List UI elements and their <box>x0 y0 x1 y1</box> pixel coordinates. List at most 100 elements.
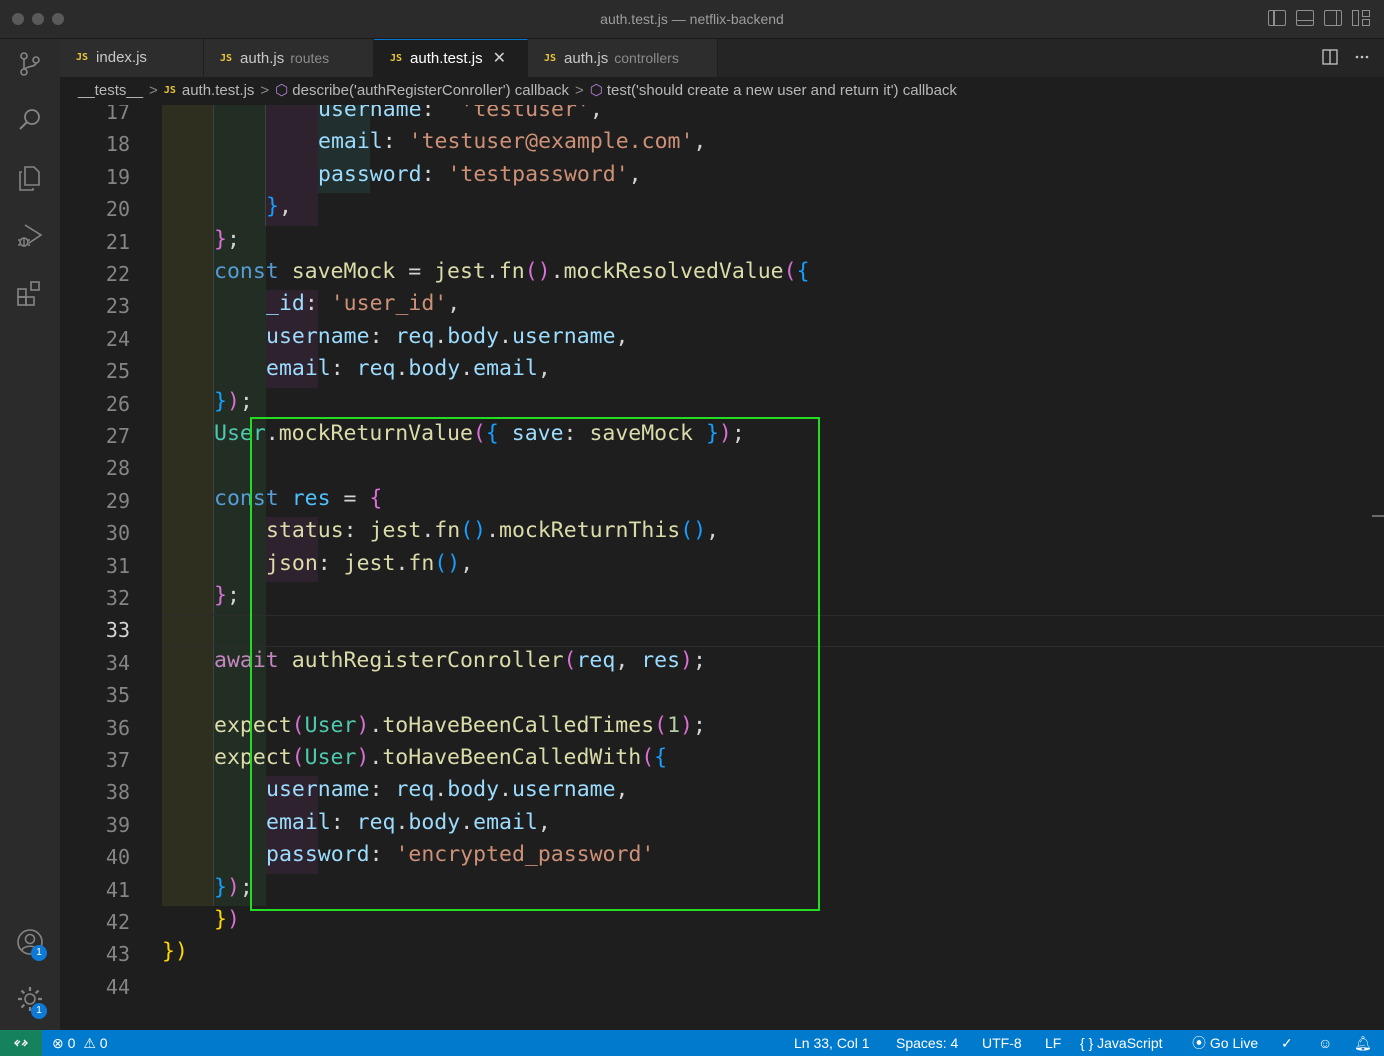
line-number: 42 <box>105 910 130 934</box>
breadcrumb-scope-test[interactable]: test('should create a new user and retur… <box>607 82 957 99</box>
notifications-bell-icon[interactable]: 🔔︎ <box>1354 1030 1372 1056</box>
tab-label: auth.js <box>240 50 285 67</box>
line-number: 32 <box>105 586 130 610</box>
toggle-secondary-sidebar-icon[interactable] <box>1324 10 1342 26</box>
warning-count: 0 <box>99 1035 108 1051</box>
line-number: 34 <box>105 650 130 675</box>
source-control-icon[interactable] <box>15 49 45 79</box>
activity-bar: 1 1 <box>0 39 60 1030</box>
javascript-file-icon: JS <box>544 53 557 64</box>
code-line: email: 'testuser@example.com', <box>318 129 707 155</box>
line-number: 36 <box>105 715 130 740</box>
code-line: username: 'testuser', <box>318 105 603 122</box>
more-actions-icon[interactable] <box>1354 49 1370 65</box>
remote-icon <box>14 1039 28 1047</box>
error-count: 0 <box>67 1035 76 1051</box>
remote-indicator[interactable] <box>0 1030 42 1056</box>
line-number: 20 <box>105 197 130 222</box>
breadcrumb-file[interactable]: auth.test.js <box>182 82 255 99</box>
line-number-gutter: 17 18 19 20 21 22 23 24 25 26 27 28 29 30 31 32 33 34 35 36… <box>60 105 140 1030</box>
line-number: 22 <box>105 262 130 286</box>
line-number: 29 <box>105 488 130 513</box>
prettier-icon[interactable]: ✓ <box>1281 1030 1293 1056</box>
indentation[interactable]: Spaces: 4 <box>896 1030 958 1056</box>
split-editor-icon[interactable] <box>1322 49 1338 65</box>
go-live-label: Go Live <box>1209 1035 1259 1051</box>
javascript-file-icon: JS <box>390 53 403 64</box>
tab-description: routes <box>290 50 330 66</box>
broadcast-icon: ⦿ <box>1192 1035 1206 1051</box>
editor-actions <box>1322 49 1370 65</box>
error-icon: ⊗ <box>52 1035 64 1051</box>
line-number: 18 <box>105 132 130 157</box>
code-editor[interactable]: 17 18 19 20 21 22 23 24 25 26 27 28 29 30 31 32 33 34 35 36… <box>60 105 1384 1030</box>
encoding[interactable]: UTF-8 <box>982 1030 1022 1056</box>
line-number: 31 <box>105 553 130 578</box>
close-tab-icon[interactable]: ✕ <box>493 50 506 67</box>
line-number: 30 <box>105 521 130 546</box>
line-number: 40 <box>105 845 130 870</box>
code-line: }, <box>266 194 292 220</box>
indent-guide <box>162 105 214 906</box>
breadcrumb-folder[interactable]: __tests__ <box>78 82 143 99</box>
line-number: 27 <box>105 424 130 448</box>
go-live-button[interactable]: ⦿ Go Live <box>1192 1030 1258 1056</box>
chevron-right-icon: > <box>260 82 270 99</box>
window-title: auth.test.js — netflix-backend <box>600 11 784 27</box>
javascript-file-icon: JS <box>76 52 89 63</box>
extensions-icon[interactable] <box>15 279 45 309</box>
toggle-primary-sidebar-icon[interactable] <box>1268 10 1286 26</box>
accounts-badge: 1 <box>31 945 47 961</box>
javascript-file-icon: JS <box>220 53 233 64</box>
feedback-icon[interactable]: ☺ <box>1318 1030 1332 1056</box>
code-line: }) <box>162 939 188 965</box>
toggle-panel-icon[interactable] <box>1296 10 1314 26</box>
language-label: JavaScript <box>1097 1035 1163 1051</box>
status-bar: ⊗ 0 ⚠ 0 Ln 33, Col 1 Spaces: 4 UTF-8 LF … <box>0 1030 1384 1056</box>
line-number: 21 <box>105 229 130 254</box>
problems-indicator[interactable]: ⊗ 0 ⚠ 0 <box>52 1030 108 1056</box>
tab-index-js[interactable]: JS index.js <box>60 39 204 77</box>
highlight-box <box>250 417 820 911</box>
tab-auth-js-routes[interactable]: JS auth.js routes <box>204 39 374 77</box>
line-number: 24 <box>105 326 130 351</box>
breadcrumb-scope-describe[interactable]: describe('authRegisterConroller') callba… <box>292 82 569 99</box>
line-number: 19 <box>105 164 130 189</box>
code-line: }); <box>214 388 253 414</box>
line-number: 43 <box>105 942 130 967</box>
search-icon[interactable] <box>15 105 45 135</box>
tab-auth-test-js[interactable]: JS auth.test.js ✕ <box>374 39 528 77</box>
code-line: email: req.body.email, <box>266 356 551 382</box>
breadcrumb: __tests__ > JS auth.test.js > ⬡ describe('auth… <box>60 77 1384 105</box>
line-number: 35 <box>105 683 130 708</box>
cursor-position[interactable]: Ln 33, Col 1 <box>794 1030 870 1056</box>
line-number: 41 <box>105 877 130 902</box>
line-number: 17 <box>105 105 130 124</box>
chevron-right-icon: > <box>149 82 158 99</box>
layout-controls <box>1268 10 1370 26</box>
explorer-icon[interactable] <box>15 163 45 193</box>
line-number: 28 <box>105 456 130 481</box>
language-mode[interactable]: { } JavaScript <box>1080 1030 1163 1056</box>
customize-layout-icon[interactable] <box>1352 10 1370 26</box>
javascript-file-icon: JS <box>163 85 176 96</box>
editor-tabs: JS index.js JS auth.js routes JS auth.test.j… <box>60 39 1384 77</box>
run-debug-icon[interactable] <box>15 221 45 251</box>
code-line: _id: 'user_id', <box>266 291 461 317</box>
tab-auth-js-controllers[interactable]: JS auth.js controllers <box>528 39 718 77</box>
braces-icon: { } <box>1080 1035 1094 1051</box>
tab-label: auth.js <box>564 50 609 67</box>
line-number: 23 <box>105 294 130 319</box>
tab-label: index.js <box>96 49 147 66</box>
code-line: }; <box>214 583 240 608</box>
line-number: 44 <box>105 974 130 999</box>
line-number: 38 <box>105 780 130 805</box>
end-of-line[interactable]: LF <box>1045 1030 1061 1056</box>
code-line: }; <box>214 226 240 252</box>
line-number: 26 <box>105 391 130 416</box>
symbol-method-icon: ⬡ <box>589 82 603 99</box>
code-line: username: req.body.username, <box>266 323 629 349</box>
warning-icon: ⚠ <box>83 1035 96 1051</box>
line-number: 25 <box>105 359 130 384</box>
line-number: 33 <box>105 618 130 643</box>
